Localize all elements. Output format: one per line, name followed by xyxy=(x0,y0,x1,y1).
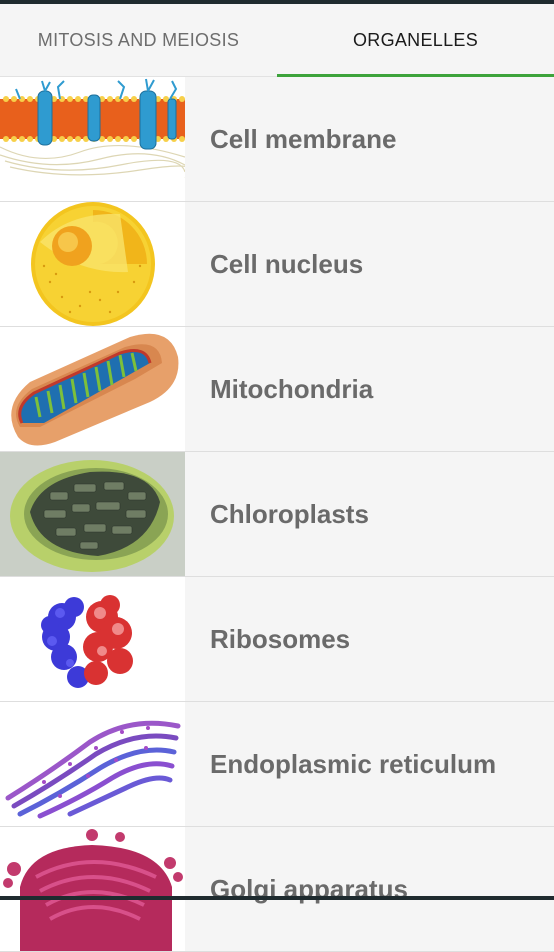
list-item-endoplasmic-reticulum[interactable]: Endoplasmic reticulum xyxy=(0,702,554,827)
golgi-apparatus-icon xyxy=(0,827,185,951)
list-item-label: Endoplasmic reticulum xyxy=(185,749,496,780)
cell-membrane-icon xyxy=(0,77,185,201)
list-item-chloroplasts[interactable]: Chloroplasts xyxy=(0,452,554,577)
tab-bar: MITOSIS AND MEIOSIS ORGANELLES xyxy=(0,4,554,77)
navigation-bar-edge xyxy=(0,896,554,900)
list-item-label: Cell membrane xyxy=(185,124,396,155)
mitochondria-icon xyxy=(0,327,185,451)
list-item-cell-membrane[interactable]: Cell membrane xyxy=(0,77,554,202)
list-item-mitochondria[interactable]: Mitochondria xyxy=(0,327,554,452)
list-item-ribosomes[interactable]: Ribosomes xyxy=(0,577,554,702)
list-item-label: Mitochondria xyxy=(185,374,373,405)
list-item-cell-nucleus[interactable]: Cell nucleus xyxy=(0,202,554,327)
endoplasmic-reticulum-icon xyxy=(0,702,185,826)
ribosome-icon xyxy=(0,577,185,701)
list-item-label: Ribosomes xyxy=(185,624,350,655)
list-item-label: Chloroplasts xyxy=(185,499,369,530)
organelle-list: Cell membrane Cell nucleus xyxy=(0,77,554,952)
list-item-label: Cell nucleus xyxy=(185,249,363,280)
tab-mitosis-and-meiosis[interactable]: MITOSIS AND MEIOSIS xyxy=(0,4,277,76)
list-item-golgi-apparatus[interactable]: Golgi apparatus xyxy=(0,827,554,952)
chloroplast-icon xyxy=(0,452,185,576)
cell-nucleus-icon xyxy=(0,202,185,326)
tab-organelles[interactable]: ORGANELLES xyxy=(277,4,554,76)
